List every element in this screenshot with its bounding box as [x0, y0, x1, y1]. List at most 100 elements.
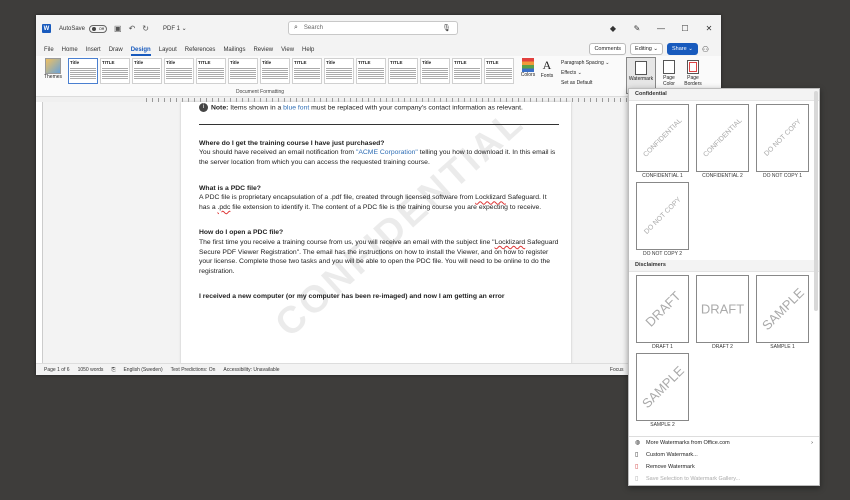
save-icon[interactable]: ▣	[114, 24, 122, 33]
tab-home[interactable]: Home	[62, 47, 78, 56]
watermark-option[interactable]: DRAFT DRAFT 1	[633, 275, 692, 350]
accessibility-status[interactable]: Accessibility: Unavailable	[223, 367, 279, 373]
colors-label: Colors	[520, 72, 536, 78]
microphone-icon[interactable]: 🎙	[442, 24, 451, 32]
style-set-thumb[interactable]: Title	[68, 58, 98, 84]
paragraph-spacing-button[interactable]: Paragraph Spacing ⌄	[561, 58, 609, 68]
search-box[interactable]: ⌕ Search 🎙	[288, 21, 458, 35]
watermark-thumbnail: DO NOT COPY	[636, 182, 689, 250]
predictions-status[interactable]: Text Predictions: On	[171, 367, 216, 373]
fonts-button[interactable]: A Fonts	[539, 58, 555, 79]
watermark-caption: DO NOT COPY 2	[643, 251, 682, 257]
style-set-lines	[262, 67, 288, 79]
style-set-thumb[interactable]: TITLE	[356, 58, 386, 84]
document-page[interactable]: CONFIDENTIAL i Note: Items shown in a blu…	[181, 102, 571, 364]
dropdown-scrollbar[interactable]	[814, 91, 818, 311]
style-set-thumb[interactable]: Title	[228, 58, 258, 84]
watermark-option[interactable]: DRAFT DRAFT 2	[693, 275, 752, 350]
close-button[interactable]: ✕	[697, 15, 721, 42]
style-set-thumb[interactable]: TITLE	[484, 58, 514, 84]
watermark-thumbnail: DO NOT COPY	[756, 104, 809, 172]
style-set-title: TITLE	[358, 60, 371, 65]
style-set-thumb[interactable]: TITLE	[196, 58, 226, 84]
a2-pdc: .pdc	[217, 203, 231, 211]
themes-icon	[45, 58, 61, 74]
pen-icon[interactable]: ✎	[625, 15, 649, 42]
style-set-lines	[198, 67, 224, 79]
style-set-thumb[interactable]: Title	[324, 58, 354, 84]
vertical-ruler[interactable]	[36, 102, 43, 364]
document-name[interactable]: PDF 1 ⌄	[163, 25, 187, 32]
page-color-button[interactable]: Page Color	[658, 58, 680, 87]
minimize-button[interactable]: —	[649, 15, 673, 42]
page-color-label: Page Color	[663, 75, 675, 87]
set-default-button[interactable]: Set as Default	[561, 78, 609, 88]
language-status[interactable]: English (Sweden)	[123, 367, 162, 373]
tab-help[interactable]: Help	[302, 47, 314, 56]
style-set-lines	[166, 67, 192, 79]
tab-draw[interactable]: Draw	[109, 47, 123, 56]
remove-watermark-label: Remove Watermark	[646, 464, 695, 470]
disclaimers-gallery: DRAFT DRAFT 1 DRAFT DRAFT 2 SAMPLE SAMPLE 1 SA…	[629, 272, 819, 431]
style-set-lines	[422, 67, 448, 79]
redo-icon[interactable]: ↻	[142, 24, 149, 33]
themes-button[interactable]: Themes	[41, 58, 65, 80]
style-set-title: TITLE	[486, 60, 499, 65]
watermark-thumbnail: SAMPLE	[636, 353, 689, 421]
undo-icon[interactable]: ↶	[129, 24, 136, 33]
share-button[interactable]: Share ⌄	[667, 43, 698, 55]
menu-right-controls: Comments Editing ⌄ Share ⌄ ⚇	[589, 43, 709, 55]
watermark-caption: CONFIDENTIAL 2	[702, 173, 743, 179]
answer-paragraph-3: The first time you receive a training co…	[199, 238, 559, 276]
effects-button[interactable]: Effects ⌄	[561, 68, 609, 78]
style-set-lines	[294, 67, 320, 79]
style-set-thumb[interactable]: Title	[260, 58, 290, 84]
colors-button[interactable]: Colors	[520, 58, 536, 78]
tab-layout[interactable]: Layout	[159, 47, 177, 56]
watermark-option[interactable]: CONFIDENTIAL CONFIDENTIAL 2	[693, 104, 752, 179]
tab-mailings[interactable]: Mailings	[223, 47, 245, 56]
comments-button[interactable]: Comments	[589, 43, 627, 55]
style-set-thumb[interactable]: Title	[132, 58, 162, 84]
tab-design[interactable]: Design	[130, 47, 151, 56]
style-set-thumb[interactable]: TITLE	[292, 58, 322, 84]
watermark-option[interactable]: SAMPLE SAMPLE 2	[633, 353, 692, 428]
search-placeholder: Search	[303, 25, 323, 31]
style-set-thumb[interactable]: Title	[420, 58, 450, 84]
autosave-toggle[interactable]: Off	[89, 24, 108, 33]
page-count[interactable]: Page 1 of 6	[44, 367, 70, 373]
tab-references[interactable]: References	[185, 47, 216, 56]
watermark-dropdown: Confidential CONFIDENTIAL CONFIDENTIAL 1C…	[628, 88, 820, 486]
watermark-option[interactable]: SAMPLE SAMPLE 1	[753, 275, 812, 350]
custom-watermark-item[interactable]: ▯ Custom Watermark...	[629, 449, 819, 461]
word-count[interactable]: 1050 words	[78, 367, 104, 373]
watermark-option[interactable]: DO NOT COPY DO NOT COPY 2	[633, 182, 692, 257]
fonts-icon: A	[542, 58, 552, 72]
style-set-thumb[interactable]: TITLE	[388, 58, 418, 84]
more-watermarks-item[interactable]: ◍ More Watermarks from Office.com ›	[629, 437, 819, 449]
tab-file[interactable]: File	[44, 47, 54, 56]
document-area: CONFIDENTIAL i Note: Items shown in a blu…	[36, 102, 721, 364]
style-set-title: Title	[422, 60, 432, 65]
remove-watermark-item[interactable]: ▯ Remove Watermark	[629, 461, 819, 473]
comments-label: Comments	[594, 46, 622, 52]
maximize-button[interactable]: ☐	[673, 15, 697, 42]
proofing-icon[interactable]: ⎘	[111, 367, 115, 373]
themes-label: Themes	[43, 74, 63, 80]
style-set-thumb[interactable]: TITLE	[100, 58, 130, 84]
tab-insert[interactable]: Insert	[86, 47, 101, 56]
style-set-thumb[interactable]: Title	[164, 58, 194, 84]
remove-watermark-icon: ▯	[635, 464, 639, 470]
tab-view[interactable]: View	[281, 47, 294, 56]
diamond-icon[interactable]: ◆	[601, 15, 625, 42]
person-icon[interactable]: ⚇	[702, 45, 709, 54]
page-borders-button[interactable]: Page Borders	[682, 58, 704, 87]
focus-button[interactable]: Focus	[610, 367, 624, 373]
editing-button[interactable]: Editing ⌄	[630, 43, 663, 55]
watermark-option[interactable]: DO NOT COPY DO NOT COPY 1	[753, 104, 812, 179]
tab-review[interactable]: Review	[253, 47, 273, 56]
style-set-thumb[interactable]: TITLE	[452, 58, 482, 84]
note-text-1: Items shown in a	[228, 104, 284, 112]
watermark-option[interactable]: CONFIDENTIAL CONFIDENTIAL 1	[633, 104, 692, 179]
watermark-caption: DO NOT COPY 1	[763, 173, 802, 179]
